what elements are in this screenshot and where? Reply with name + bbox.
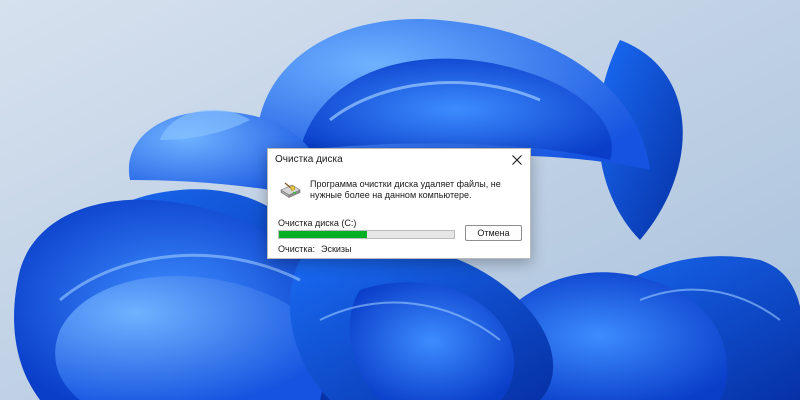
close-icon — [512, 155, 522, 165]
dialog-message: Программа очистки диска удаляет файлы, н… — [310, 179, 501, 200]
status-value: Эскизы — [321, 244, 352, 254]
cancel-button[interactable]: Отмена — [465, 225, 522, 241]
drive-label: Очистка диска (C:) — [278, 218, 357, 228]
disk-cleanup-dialog: Очистка диска Программа очистки диска уд… — [267, 148, 531, 259]
dialog-titlebar[interactable]: Очистка диска — [268, 149, 530, 171]
close-button[interactable] — [504, 149, 530, 171]
dialog-title: Очистка диска — [275, 154, 343, 165]
progress-bar — [278, 230, 455, 239]
disk-cleanup-icon — [280, 182, 301, 199]
progress-fill — [279, 231, 367, 238]
status-label: Очистка: — [278, 244, 315, 254]
